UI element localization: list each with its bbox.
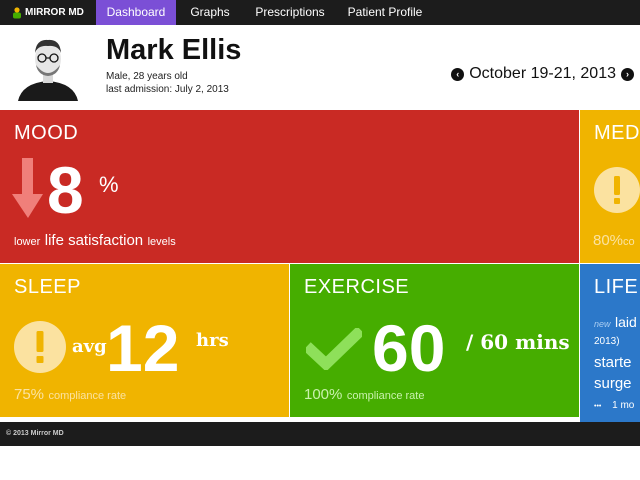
life-new-tag: new	[594, 319, 611, 329]
patient-demographics: Male, 28 years old	[106, 71, 188, 82]
top-nav: MIRROR MD Dashboard Graphs Prescriptions…	[0, 0, 640, 25]
chevron-right-icon[interactable]: ›	[621, 67, 634, 81]
date-range: October 19-21, 2013	[469, 65, 616, 82]
exercise-value: 60	[372, 311, 446, 385]
sleep-caption-rest: compliance rate	[48, 390, 127, 402]
life-more[interactable]: ••• 1 mo	[594, 400, 634, 411]
medication-caption-value: 80%	[593, 232, 624, 249]
life-line-2: 2013)	[594, 336, 620, 347]
exercise-title: EXERCISE	[304, 276, 410, 298]
sleep-caption: 75% compliance rate	[14, 386, 126, 404]
arrow-down-icon	[12, 158, 43, 218]
sleep-value: 12	[106, 311, 180, 385]
sleep-tile[interactable]: SLEEP avg 12 hrs 75% compliance rate	[0, 264, 289, 417]
life-line-3: starte	[594, 354, 632, 371]
life-tile[interactable]: LIFE new laid 2013) starte surge ••• 1 m…	[580, 264, 640, 422]
logo-icon	[13, 6, 21, 18]
patient-last-admission: last admission: July 2, 2013	[106, 84, 229, 95]
medication-title: MED	[594, 122, 640, 144]
mood-value: 8	[47, 153, 84, 227]
life-line-1: new laid	[594, 314, 637, 332]
nav-patient-profile[interactable]: Patient Profile	[340, 0, 430, 25]
exercise-tile[interactable]: EXERCISE 60 / 60 mins 100% compliance ra…	[290, 264, 579, 417]
medication-caption: 80%co	[593, 232, 635, 250]
mood-caption-main: life satisfaction	[44, 232, 144, 249]
chevron-left-icon[interactable]: ‹	[451, 67, 465, 81]
medication-caption-rest: co	[623, 236, 635, 248]
life-line-1-text: laid	[614, 314, 637, 330]
exercise-caption-value: 100%	[304, 386, 343, 403]
date-navigator: ‹ October 19-21, 2013 ›	[451, 65, 634, 83]
mood-caption-pre: lower	[14, 236, 41, 248]
footer: © 2013 Mirror MD	[0, 422, 640, 446]
checkmark-icon	[306, 328, 362, 370]
mood-caption-post: levels	[147, 236, 176, 248]
exclamation-circle-icon	[594, 167, 640, 213]
nav-graphs[interactable]: Graphs	[180, 0, 240, 25]
patient-avatar	[14, 31, 82, 101]
exercise-caption-rest: compliance rate	[346, 390, 425, 402]
medication-tile[interactable]: MED 80%co	[580, 110, 640, 263]
life-title: LIFE	[594, 276, 639, 298]
patient-header: Mark Ellis Male, 28 years old last admis…	[0, 25, 640, 110]
sleep-title: SLEEP	[14, 276, 81, 298]
nav-dashboard[interactable]: Dashboard	[96, 0, 176, 25]
mood-caption: lower life satisfaction levels	[14, 232, 176, 250]
sleep-prefix: avg	[72, 336, 107, 357]
exercise-unit: / 60 mins	[466, 330, 570, 354]
brand-label: MIRROR MD	[25, 7, 84, 18]
mood-title: MOOD	[14, 122, 79, 144]
nav-prescriptions[interactable]: Prescriptions	[248, 0, 332, 25]
exclamation-circle-icon	[14, 321, 66, 373]
mood-unit: %	[99, 172, 119, 197]
sleep-caption-value: 75%	[14, 386, 45, 403]
brand[interactable]: MIRROR MD	[12, 0, 84, 25]
patient-name: Mark Ellis	[106, 34, 242, 66]
mood-tile[interactable]: MOOD 8 % lower life satisfaction levels	[0, 110, 579, 263]
life-more-text: 1 mo	[612, 400, 635, 411]
sleep-unit: hrs	[196, 330, 229, 351]
life-line-4: surge	[594, 375, 632, 392]
more-dots-icon: •••	[594, 403, 602, 410]
exercise-caption: 100% compliance rate	[304, 386, 424, 404]
